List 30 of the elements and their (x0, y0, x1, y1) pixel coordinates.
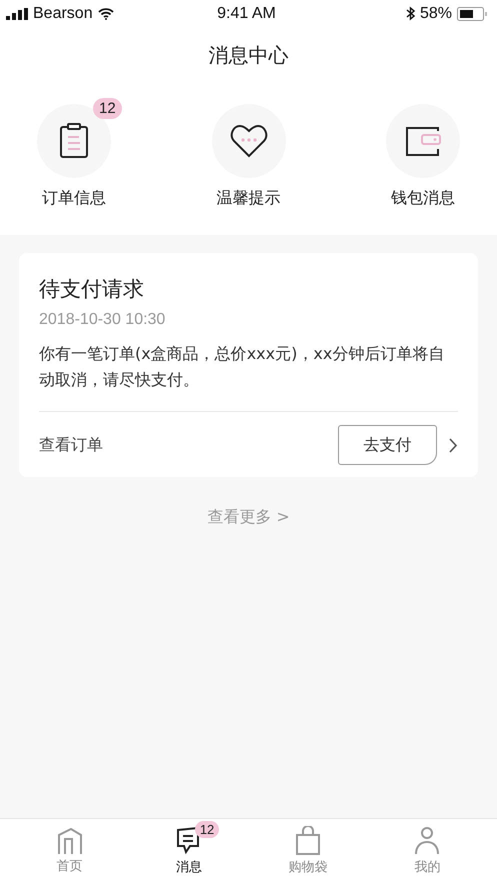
wallet-icon (404, 125, 442, 157)
tab-bar-item[interactable]: 我的 (368, 819, 487, 883)
category-label: 钱包消息 (391, 188, 455, 209)
count-badge: 12 (194, 821, 220, 838)
tab-bar-item[interactable]: 首页 (10, 819, 130, 883)
count-badge: 12 (93, 98, 122, 119)
tab-bar-item[interactable]: 12 消息 (129, 819, 248, 883)
wifi-icon (98, 8, 114, 20)
chevron-right-icon[interactable] (449, 438, 458, 452)
tab-bar-item[interactable]: 购物袋 (248, 819, 368, 883)
carrier-name: Bearson (33, 4, 93, 22)
view-more-link[interactable]: 查看更多 > (207, 507, 290, 528)
message-text: 你有一笔订单(x盒商品，总价xxx元)，xx分钟后订单将自动取消，请尽快支付。 (39, 341, 458, 412)
clipboard-icon (59, 123, 89, 159)
page-title: 消息中心 (208, 42, 290, 69)
category-label: 温馨提示 (216, 188, 280, 209)
message-time: 2018-10-30 10:30 (39, 311, 166, 329)
signal-icon (6, 8, 28, 20)
battery-percent: 58% (420, 4, 452, 22)
category-label: 订单信息 (42, 188, 106, 209)
home-icon (56, 827, 84, 855)
person-icon (413, 826, 442, 856)
pay-button[interactable]: 去支付 (338, 425, 437, 465)
battery-icon (457, 6, 488, 20)
message-title: 待支付请求 (39, 276, 145, 303)
bluetooth-icon (406, 6, 415, 21)
bag-icon (294, 826, 322, 856)
heart-icon (230, 124, 268, 158)
clock-time: 9:41 AM (217, 4, 276, 22)
view-order-link[interactable]: 查看订单 (39, 434, 103, 456)
